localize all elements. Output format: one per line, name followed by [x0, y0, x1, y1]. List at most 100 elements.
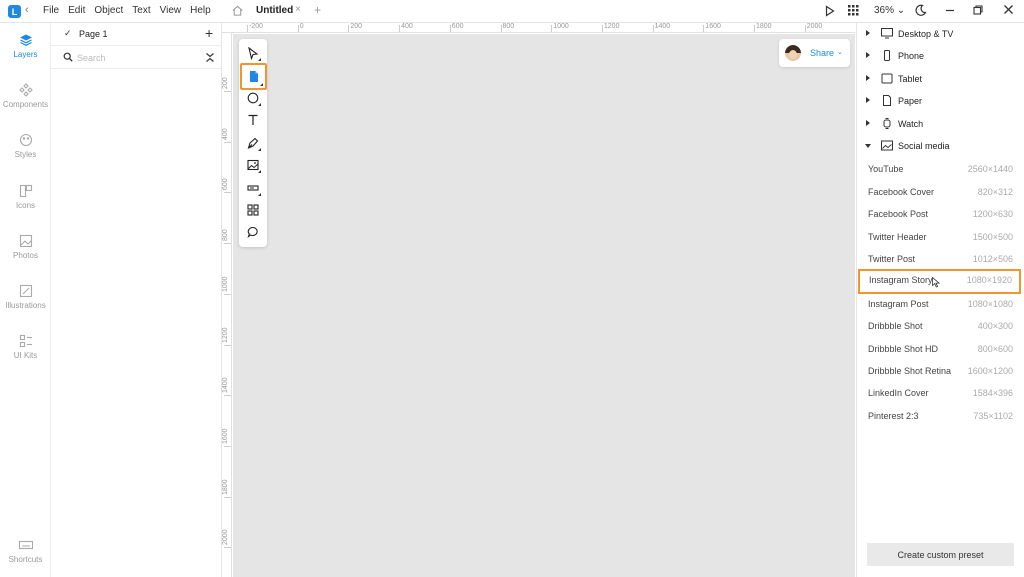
ruler-label: 1000: [222, 276, 229, 292]
chevron-down-icon: ⌄: [837, 49, 843, 56]
share-label: Share: [810, 48, 835, 58]
components-icon: [18, 83, 33, 97]
add-page-icon[interactable]: +: [205, 25, 213, 41]
preset-item[interactable]: Instagram Post 1080×1080: [857, 293, 1024, 315]
rail-item-layers[interactable]: Layers: [0, 33, 51, 59]
preset-name: Twitter Post: [868, 254, 916, 264]
rail-item-illustrations[interactable]: Illustrations: [0, 284, 51, 310]
collapse-icon[interactable]: [205, 52, 215, 63]
preset-size: 400×300: [977, 321, 1013, 332]
ruler-tick: [652, 25, 654, 32]
rail-item-styles[interactable]: Styles: [0, 133, 51, 159]
preset-item[interactable]: Dribbble Shot Retina 1600×1200: [857, 360, 1024, 382]
ruler-tick: [224, 192, 231, 194]
avatar[interactable]: [785, 45, 801, 61]
search-input[interactable]: [77, 50, 197, 65]
caret-right-icon: [866, 97, 870, 104]
preset-item[interactable]: Dribbble Shot HD 800×600: [857, 338, 1024, 360]
illustrations-icon: [19, 284, 32, 298]
ruler-tick: [224, 496, 231, 498]
comment-tool[interactable]: [243, 222, 263, 242]
category-label: Tablet: [898, 73, 923, 84]
grid-icon[interactable]: [848, 5, 859, 16]
category-social-media[interactable]: Social media: [857, 136, 1024, 158]
create-custom-preset-button[interactable]: Create custom preset: [867, 543, 1014, 566]
ruler-label: 800: [502, 23, 515, 30]
preset-size: 1600×1200: [967, 366, 1013, 376]
preset-item[interactable]: Facebook Cover 820×312: [857, 181, 1024, 203]
preset-size: 1080×1920: [966, 275, 1012, 286]
preset-item[interactable]: Dribbble Shot 400×300: [857, 315, 1024, 337]
preset-item[interactable]: YouTube 2560×1440: [857, 158, 1024, 180]
preset-name: Instagram Post: [868, 298, 929, 309]
ruler-tick: [754, 25, 755, 32]
close-icon[interactable]: [1002, 3, 1015, 16]
ruler-label: 1200: [603, 23, 620, 30]
rail-item-icons[interactable]: Icons: [0, 184, 51, 210]
ruler-tick: [703, 25, 705, 32]
monitor-icon: [881, 28, 893, 42]
tab-document[interactable]: Untitled: [256, 5, 293, 16]
category-phone[interactable]: Phone: [857, 46, 1024, 68]
preset-item[interactable]: Twitter Header 1500×500: [857, 226, 1024, 248]
artboard-tool[interactable]: [240, 63, 267, 90]
text-tool[interactable]: [243, 110, 263, 130]
canvas[interactable]: [233, 34, 855, 577]
preset-size: 1200×630: [972, 209, 1013, 220]
preset-size: 2560×1440: [967, 164, 1013, 175]
search-icon: [63, 52, 73, 62]
menu-file[interactable]: File: [43, 5, 59, 16]
chevron-left-icon[interactable]: ‹: [25, 4, 29, 16]
category-tablet[interactable]: Tablet: [857, 69, 1024, 91]
ruler-label: 200: [222, 77, 229, 89]
home-icon[interactable]: [231, 4, 244, 17]
components-tool[interactable]: [243, 200, 263, 220]
menu-text[interactable]: Text: [132, 5, 150, 16]
preset-name: YouTube: [868, 164, 904, 175]
rail-item-shortcuts[interactable]: Shortcuts: [0, 538, 51, 564]
app-logo[interactable]: L: [8, 5, 21, 18]
preset-item[interactable]: Instagram Story 1080×1920: [858, 269, 1021, 295]
ellipse-tool[interactable]: [243, 88, 263, 108]
rail-item-photos[interactable]: Photos: [0, 234, 51, 260]
image-tool[interactable]: [243, 155, 263, 175]
menu-bar: File Edit Object Text View Help: [43, 5, 220, 16]
preset-size: 1584×396: [972, 388, 1013, 399]
tool-palette: [239, 39, 267, 247]
preset-item[interactable]: Pinterest 2:3 735×1102: [857, 405, 1024, 427]
input-tool[interactable]: [243, 178, 263, 198]
preset-item[interactable]: LinkedIn Cover 1584×396: [857, 382, 1024, 404]
category-label: Desktop & TV: [898, 29, 954, 39]
play-icon[interactable]: [825, 5, 835, 17]
category-watch[interactable]: Watch: [857, 114, 1024, 136]
preset-size: 820×312: [977, 186, 1013, 197]
preset-size: 800×600: [977, 343, 1013, 354]
ruler-label: 1400: [222, 377, 229, 394]
comment-icon: [247, 226, 258, 238]
add-tab-icon[interactable]: +: [314, 3, 321, 17]
category-paper[interactable]: Paper: [857, 91, 1024, 113]
moon-icon[interactable]: [914, 4, 927, 17]
menu-help[interactable]: Help: [190, 5, 211, 16]
category-label: Phone: [898, 51, 925, 62]
preset-item[interactable]: Facebook Post 1200×630: [857, 203, 1024, 225]
select-tool[interactable]: [243, 43, 263, 63]
preset-name: Twitter Header: [868, 231, 927, 242]
ruler-tick: [348, 25, 350, 32]
menu-edit[interactable]: Edit: [68, 5, 85, 16]
rail-item-components[interactable]: Components: [0, 83, 51, 109]
preset-item[interactable]: Twitter Post 1012×506: [857, 248, 1024, 270]
menu-view[interactable]: View: [160, 5, 182, 16]
restore-icon[interactable]: [972, 4, 984, 16]
artboard-presets-panel: Create custom preset Desktop & TV Phone Ta…: [856, 23, 1024, 577]
rail-item-ui-kits[interactable]: UI Kits: [0, 334, 51, 360]
minimize-icon[interactable]: [944, 4, 956, 16]
zoom-dropdown[interactable]: 36% ⌄: [874, 5, 905, 16]
tab-close-icon[interactable]: ×: [295, 4, 301, 15]
pen-tool[interactable]: [243, 133, 263, 153]
menu-object[interactable]: Object: [94, 5, 123, 16]
share-button[interactable]: Share ⌄: [779, 39, 850, 67]
preset-name: Dribbble Shot HD: [868, 343, 939, 354]
page-selector[interactable]: ✓ Page 1 +: [51, 23, 222, 45]
category-desktop-tv[interactable]: Desktop & TV: [857, 24, 1024, 46]
